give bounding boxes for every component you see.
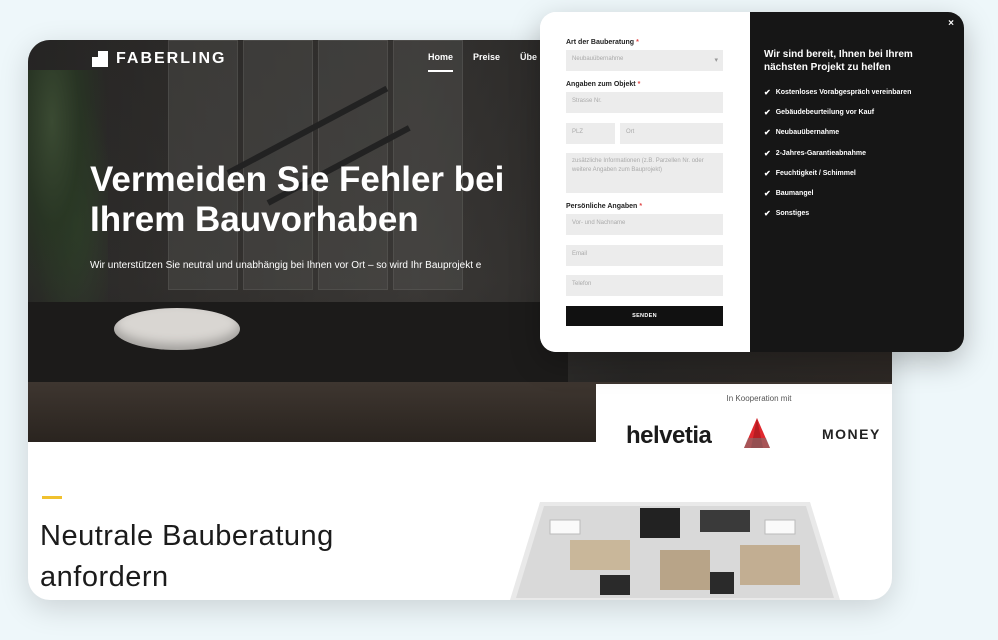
- name-input[interactable]: Vor- und Nachname: [566, 214, 723, 235]
- bowl-image: [114, 308, 240, 350]
- city-input[interactable]: Ort: [620, 123, 723, 144]
- check-icon: ✔: [764, 87, 771, 97]
- nav-item-ueber[interactable]: Übe: [520, 52, 537, 72]
- personal-label: Persönliche Angaben *: [566, 203, 643, 210]
- check-icon: ✔: [764, 168, 771, 178]
- check-icon: ✔: [764, 209, 771, 219]
- cooperation-banner: In Kooperation mit helvetia MONEY: [596, 384, 892, 449]
- info-panel: × Wir sind bereit, Ihnen bei Ihrem nächs…: [750, 12, 964, 352]
- section-title: Neutrale Bauberatung anfordern: [40, 520, 334, 593]
- hero-title: Vermeiden Sie Fehler bei Ihrem Bauvorhab…: [90, 160, 505, 239]
- list-item: ✔ Gebäudebeurteilung vor Kauf: [764, 107, 875, 117]
- nav-item-home[interactable]: Home: [428, 52, 454, 72]
- hero-subtitle: Wir unterstützen Sie neutral und unabhän…: [90, 260, 482, 271]
- brand-logo[interactable]: FABERLING: [92, 50, 226, 68]
- check-icon: ✔: [764, 128, 771, 138]
- main-nav: Home Preise Übe: [428, 52, 537, 72]
- list-item: ✔ Neubauübernahme: [764, 128, 840, 138]
- type-select[interactable]: Neubauübernahme: [566, 50, 723, 71]
- consultation-modal: Art der Bauberatung* Neubauübernahme Ang…: [540, 12, 964, 352]
- request-form: Art der Bauberatung* Neubauübernahme Ang…: [540, 12, 750, 352]
- helvetia-logo-text: helvetia: [626, 422, 712, 449]
- helvetia-logo-icon: [744, 418, 770, 448]
- email-input[interactable]: Email: [566, 245, 723, 266]
- send-button[interactable]: SENDEN: [566, 306, 723, 326]
- logo-icon: [92, 51, 108, 67]
- table-image: [28, 302, 568, 382]
- required-mark: *: [639, 203, 643, 210]
- list-item: ✔ Feuchtigkeit / Schimmel: [764, 168, 856, 178]
- list-item: ✔ Baumangel: [764, 189, 814, 199]
- list-item: ✔ Kostenloses Vorabgespräch vereinbaren: [764, 87, 912, 97]
- info-title: Wir sind bereit, Ihnen bei Ihrem nächste…: [764, 49, 913, 73]
- street-input[interactable]: Strasse Nr.: [566, 92, 723, 113]
- info-textarea[interactable]: zusätzliche Informationen (z.B. Parzelle…: [566, 153, 723, 193]
- cooperation-label: In Kooperation mit: [726, 394, 792, 403]
- close-icon[interactable]: ×: [948, 18, 954, 29]
- list-item: ✔ Sonstiges: [764, 209, 810, 219]
- list-item: ✔ 2-Jahres-Garantieabnahme: [764, 148, 866, 158]
- brand-name: FABERLING: [116, 50, 227, 67]
- check-icon: ✔: [764, 189, 771, 199]
- nav-item-preise[interactable]: Preise: [473, 52, 500, 72]
- zip-input[interactable]: PLZ: [566, 123, 615, 144]
- floorplan-image: [510, 502, 840, 600]
- phone-input[interactable]: Telefon: [566, 275, 723, 296]
- required-mark: *: [637, 81, 641, 88]
- object-label: Angaben zum Objekt *: [566, 81, 641, 88]
- check-icon: ✔: [764, 107, 771, 117]
- money-logo-text: MONEY: [822, 426, 881, 442]
- type-label: Art der Bauberatung *: [566, 39, 639, 46]
- accent-bar: [42, 496, 62, 499]
- required-mark: *: [636, 39, 639, 46]
- service-checklist: ✔ Kostenloses Vorabgespräch vereinbaren ✔…: [764, 82, 911, 224]
- check-icon: ✔: [764, 148, 771, 158]
